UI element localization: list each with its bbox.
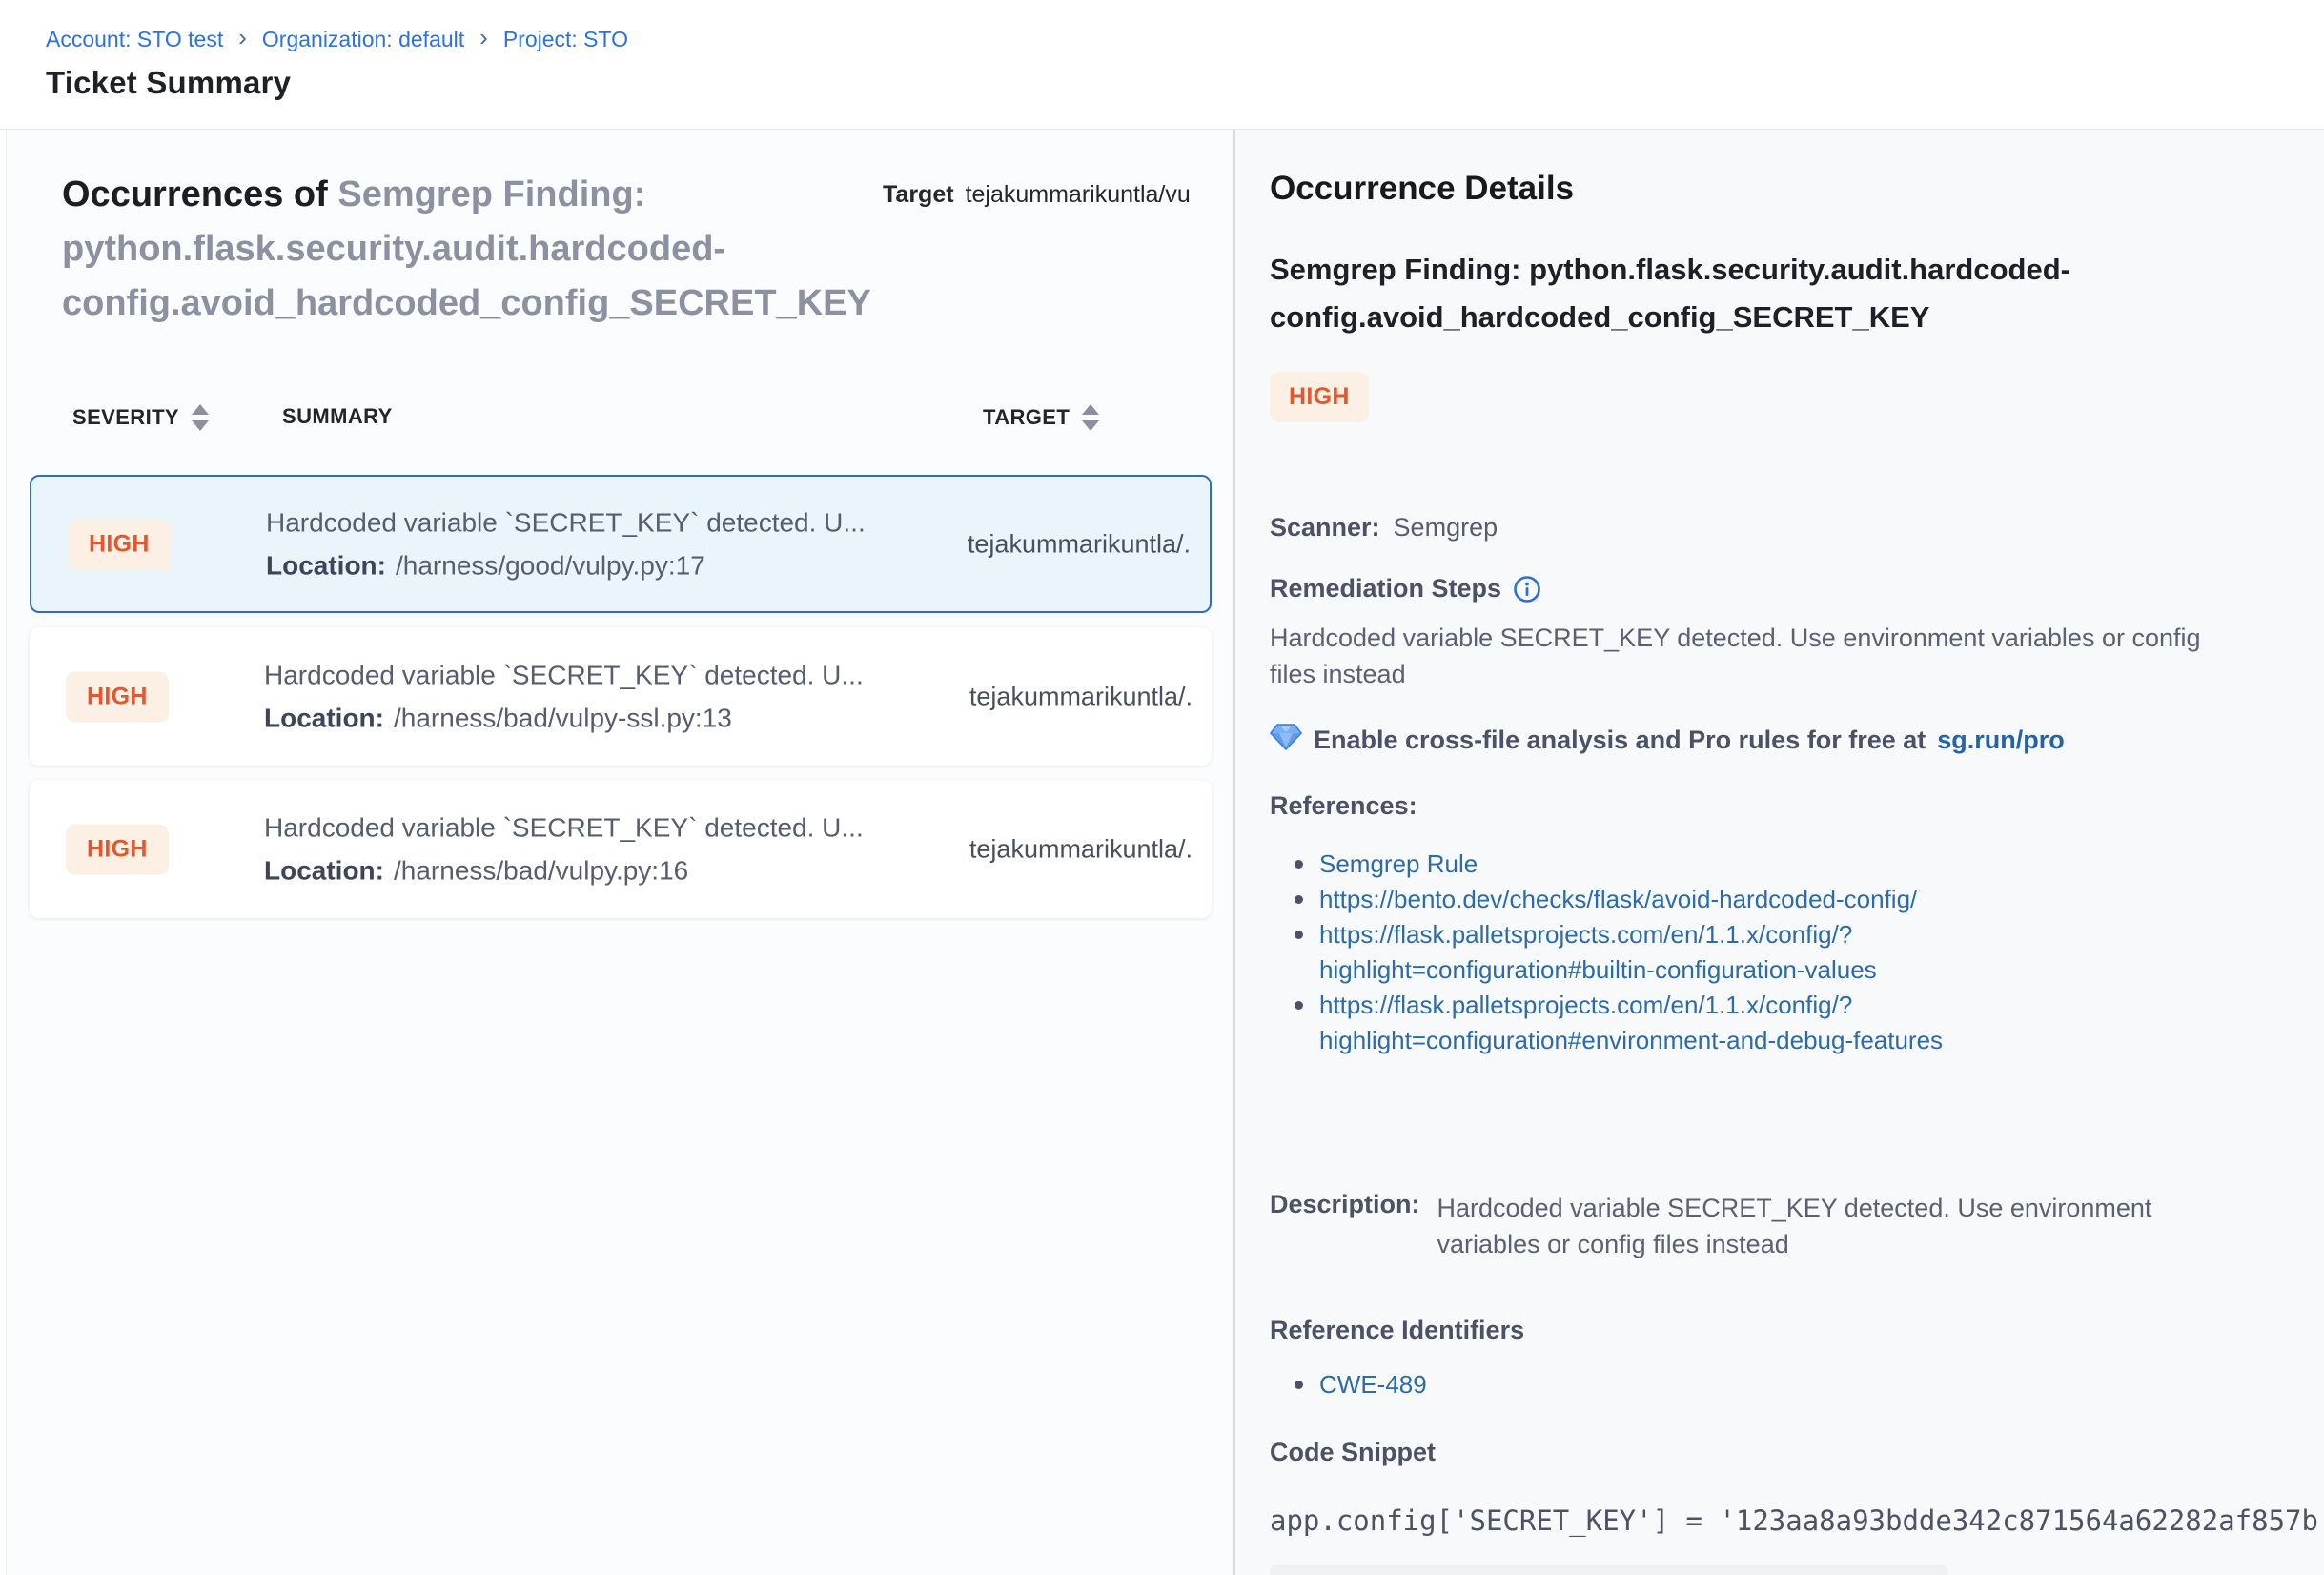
severity-badge: HIGH xyxy=(66,824,169,874)
code-snippet-label: Code Snippet xyxy=(1270,1438,1436,1467)
scanner-value: Semgrep xyxy=(1394,513,1498,542)
breadcrumb-project-link[interactable]: Project: STO xyxy=(503,27,628,52)
remediation-steps-header: Remediation Steps xyxy=(1270,574,1541,603)
details-title: Occurrence Details xyxy=(1270,170,1574,208)
references-list: Semgrep Rule https://bento.dev/checks/fl… xyxy=(1270,847,1994,1058)
promo-text: Enable cross-file analysis and Pro rules… xyxy=(1314,726,1926,755)
reference-identifiers-list: CWE-489 xyxy=(1270,1367,1994,1402)
cwe-link[interactable]: CWE-489 xyxy=(1319,1370,1427,1399)
reference-item: https://flask.palletsprojects.com/en/1.1… xyxy=(1270,988,1994,1058)
occurrences-title: Occurrences of Semgrep Finding: python.f… xyxy=(62,168,1001,331)
reference-link[interactable]: https://flask.palletsprojects.com/en/1.1… xyxy=(1319,920,1877,984)
chevron-right-icon: › xyxy=(238,27,247,49)
sort-target-icon[interactable] xyxy=(1081,404,1100,431)
column-header-target: TARGET xyxy=(983,405,1070,430)
occurrence-details-panel: Occurrence Details Semgrep Finding: pyth… xyxy=(1233,130,2324,1575)
reference-link[interactable]: Semgrep Rule xyxy=(1319,849,1478,878)
references-label: References: xyxy=(1270,791,1417,821)
severity-badge: HIGH xyxy=(1270,372,1369,422)
occurrence-summary: Hardcoded variable `SECRET_KEY` detected… xyxy=(264,660,864,690)
occurrence-row[interactable]: HIGH Hardcoded variable `SECRET_KEY` det… xyxy=(30,627,1212,766)
sort-severity-icon[interactable] xyxy=(191,404,210,431)
occurrence-row[interactable]: HIGH Hardcoded variable `SECRET_KEY` det… xyxy=(30,475,1212,613)
finding-title: Semgrep Finding: python.flask.security.a… xyxy=(1270,246,2171,341)
location-value: /harness/good/vulpy.py:17 xyxy=(396,550,705,580)
location-label: Location: xyxy=(264,703,384,732)
occurrence-summary-cell: Hardcoded variable `SECRET_KEY` detected… xyxy=(264,812,864,886)
occurrence-summary-cell: Hardcoded variable `SECRET_KEY` detected… xyxy=(264,660,864,733)
occurrence-row[interactable]: HIGH Hardcoded variable `SECRET_KEY` det… xyxy=(30,780,1212,918)
reference-item: https://flask.palletsprojects.com/en/1.1… xyxy=(1270,917,1994,988)
occurrence-summary-cell: Hardcoded variable `SECRET_KEY` detected… xyxy=(266,507,866,581)
code-snippet: app.config['SECRET_KEY'] = '123aa8a93bdd… xyxy=(1270,1504,2324,1537)
scanner-label: Scanner: xyxy=(1270,513,1380,542)
remediation-steps-label: Remediation Steps xyxy=(1270,574,1501,603)
target-header-value: tejakummarikuntla/vu xyxy=(966,181,1191,208)
page-header: Account: STO test › Organization: defaul… xyxy=(0,0,2324,130)
sg-run-pro-link[interactable]: sg.run/pro xyxy=(1937,726,2065,755)
scanner-line: Scanner: Semgrep xyxy=(1270,513,1498,542)
gem-icon xyxy=(1270,723,1302,758)
remediation-text: Hardcoded variable SECRET_KEY detected. … xyxy=(1270,620,2242,692)
reference-identifier-item: CWE-489 xyxy=(1270,1367,1994,1402)
occurrence-target: tejakummarikuntla/. xyxy=(968,529,1191,559)
reference-item: https://bento.dev/checks/flask/avoid-har… xyxy=(1270,882,1994,917)
breadcrumb-account-link[interactable]: Account: STO test xyxy=(46,27,223,52)
breadcrumb-organization-link[interactable]: Organization: default xyxy=(262,27,464,52)
severity-badge: HIGH xyxy=(68,519,171,569)
reference-link[interactable]: https://flask.palletsprojects.com/en/1.1… xyxy=(1319,991,1943,1054)
reference-link[interactable]: https://bento.dev/checks/flask/avoid-har… xyxy=(1319,885,1917,913)
location-value: /harness/bad/vulpy-ssl.py:13 xyxy=(394,703,732,732)
description-label: Description: xyxy=(1270,1190,1420,1262)
location-label: Location: xyxy=(266,550,386,580)
occurrence-summary: Hardcoded variable `SECRET_KEY` detected… xyxy=(266,507,866,538)
main-content: Occurrences of Semgrep Finding: python.f… xyxy=(0,130,2324,1575)
reference-identifiers-label: Reference Identifiers xyxy=(1270,1316,1524,1345)
chevron-right-icon: › xyxy=(479,27,488,49)
occurrence-target: tejakummarikuntla/. xyxy=(969,834,1193,864)
page-title: Ticket Summary xyxy=(46,65,291,101)
pro-rules-promo: Enable cross-file analysis and Pro rules… xyxy=(1270,723,2065,758)
location-label: Location: xyxy=(264,855,384,885)
occurrences-panel: Occurrences of Semgrep Finding: python.f… xyxy=(6,130,1233,1575)
column-header-severity: SEVERITY xyxy=(72,405,179,430)
horizontal-scrollbar-thumb[interactable] xyxy=(1270,1565,1948,1575)
column-header-summary: SUMMARY xyxy=(282,404,393,429)
occurrences-table-header: SEVERITY SUMMARY TARGET xyxy=(7,404,1233,442)
breadcrumb: Account: STO test › Organization: defaul… xyxy=(46,27,628,52)
description-text: Hardcoded variable SECRET_KEY detected. … xyxy=(1437,1190,2200,1262)
info-icon[interactable] xyxy=(1513,575,1541,603)
description-block: Description: Hardcoded variable SECRET_K… xyxy=(1270,1190,2200,1262)
location-value: /harness/bad/vulpy.py:16 xyxy=(394,855,688,885)
occurrences-table-body: HIGH Hardcoded variable `SECRET_KEY` det… xyxy=(30,475,1212,918)
occurrences-title-prefix: Occurrences of xyxy=(62,174,328,215)
occurrence-summary: Hardcoded variable `SECRET_KEY` detected… xyxy=(264,812,864,843)
occurrence-target: tejakummarikuntla/. xyxy=(969,682,1193,711)
severity-badge: HIGH xyxy=(66,671,169,722)
reference-item: Semgrep Rule xyxy=(1270,847,1994,882)
target-header-label: Target xyxy=(883,181,954,208)
target-header: Target tejakummarikuntla/vu xyxy=(883,181,1191,209)
